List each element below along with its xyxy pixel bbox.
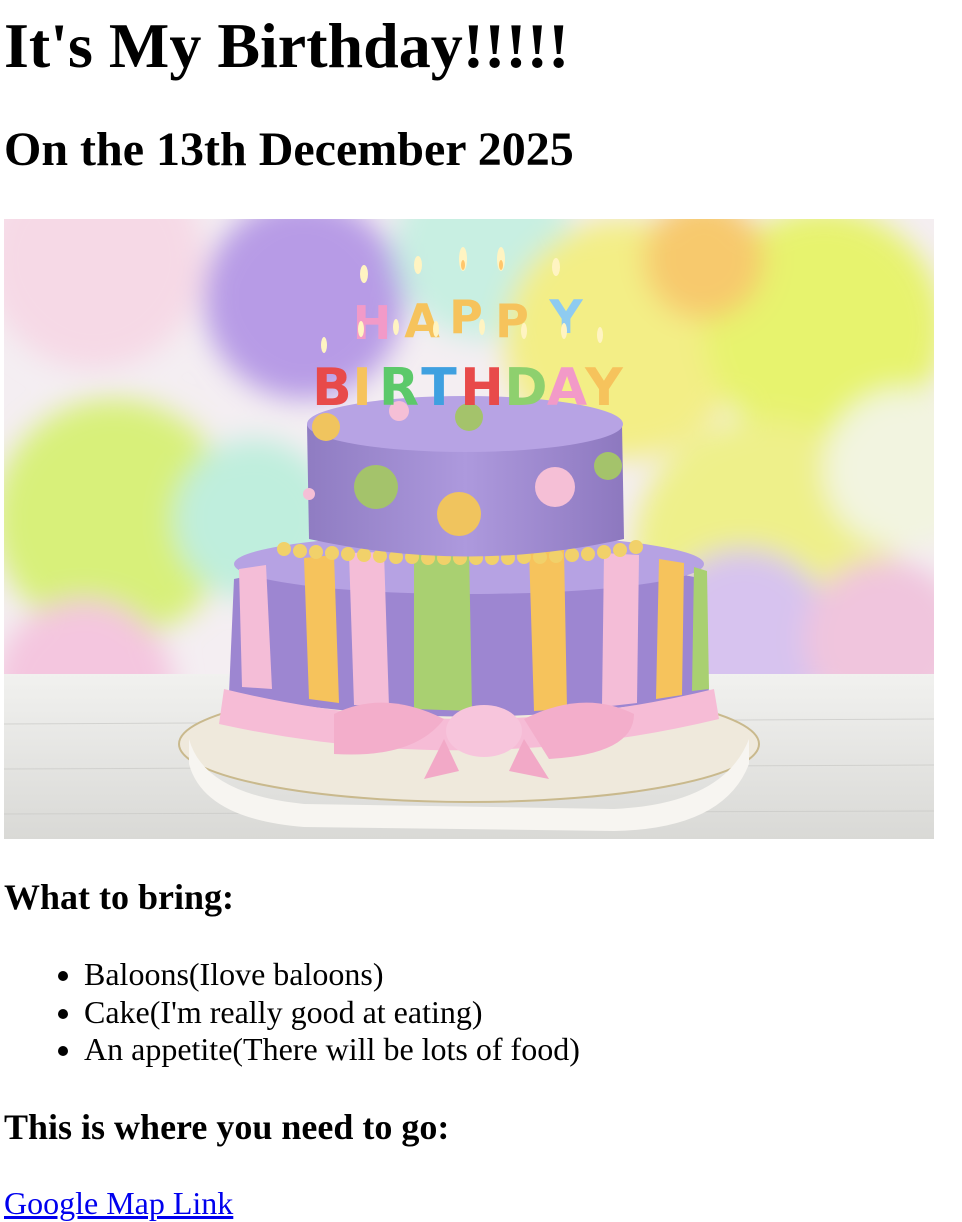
svg-text:H: H: [353, 296, 392, 350]
svg-text:Y: Y: [584, 358, 624, 418]
svg-text:A: A: [547, 358, 587, 418]
svg-text:D: D: [504, 358, 547, 418]
what-to-bring-heading: What to bring:: [4, 877, 235, 917]
svg-text:A: A: [404, 294, 440, 348]
page-title: It's My Birthday!!!!!: [4, 10, 570, 81]
birthday-cake-image: H A P P Y B I R T H D A Y: [4, 219, 934, 839]
list-item: An appetite(There will be lots of food): [84, 1031, 934, 1069]
svg-text:I: I: [352, 358, 371, 418]
svg-text:P: P: [495, 294, 529, 348]
list-item: Baloons(Ilove baloons): [84, 956, 934, 994]
location-heading: This is where you need to go:: [4, 1107, 450, 1147]
google-map-link[interactable]: Google Map Link: [4, 1184, 233, 1222]
page-subtitle: On the 13th December 2025: [4, 123, 574, 176]
svg-text:T: T: [421, 358, 457, 418]
bring-list: Baloons(Ilove baloons) Cake(I'm really g…: [0, 956, 934, 1069]
svg-text:B: B: [312, 358, 352, 418]
svg-text:P: P: [449, 290, 483, 344]
svg-text:H: H: [460, 358, 504, 418]
svg-text:R: R: [379, 358, 419, 418]
list-item: Cake(I'm really good at eating): [84, 994, 934, 1032]
